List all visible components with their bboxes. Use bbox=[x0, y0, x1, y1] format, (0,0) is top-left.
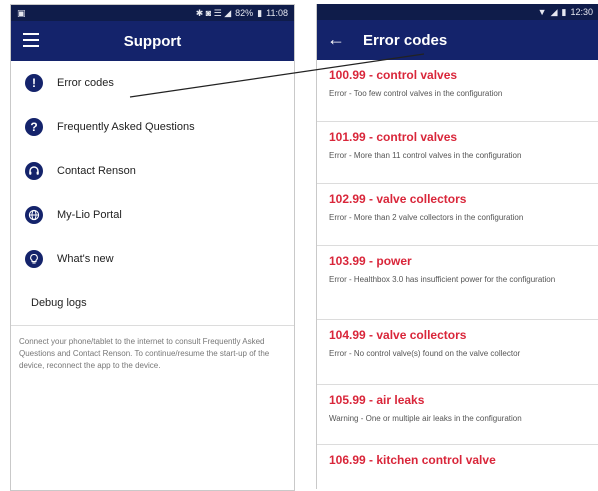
error-title: 105.99 - air leaks bbox=[329, 393, 425, 407]
offline-hint: Connect your phone/tablet to the interne… bbox=[19, 337, 270, 370]
battery-level: 82% bbox=[235, 8, 254, 18]
error-description: Error - No control valve(s) found on the… bbox=[329, 349, 521, 358]
error-item[interactable]: 101.99 - control valves Error - More tha… bbox=[317, 122, 598, 184]
error-title: 100.99 - control valves bbox=[329, 68, 458, 82]
error-item[interactable]: 103.99 - power Error - Healthbox 3.0 has… bbox=[317, 246, 598, 320]
status-time: 11:08 bbox=[266, 8, 288, 18]
menu-item-contact[interactable]: Contact Renson bbox=[11, 149, 294, 193]
error-description: Error - Healthbox 3.0 has insufficient p… bbox=[329, 275, 556, 284]
status-time: 12:30 bbox=[570, 7, 593, 17]
page-title: Error codes bbox=[363, 31, 448, 49]
notification-icon: ▣ bbox=[17, 7, 26, 18]
status-bar: ▼ ◢ ▮ 12:30 bbox=[317, 4, 598, 20]
page-title: Support bbox=[123, 32, 182, 50]
battery-icon: ▮ bbox=[561, 6, 567, 17]
question-icon: ? bbox=[25, 118, 43, 136]
menu-item-error-codes[interactable]: ! Error codes bbox=[11, 61, 294, 105]
support-menu: ! Error codes ? Frequently Asked Questio… bbox=[11, 61, 294, 281]
menu-item-portal[interactable]: My-Lio Portal bbox=[11, 193, 294, 237]
support-screen: ▣ ✱ ◙ ☰ ◢ 82% ▮ 11:08 Support ! Error co… bbox=[10, 4, 295, 491]
error-title: 106.99 - kitchen control valve bbox=[329, 453, 496, 467]
error-item[interactable]: 100.99 - control valves Error - Too few … bbox=[317, 60, 598, 122]
error-title: 101.99 - control valves bbox=[329, 130, 458, 144]
error-codes-screen: ▼ ◢ ▮ 12:30 ← Error codes 100.99 - contr… bbox=[316, 4, 598, 489]
error-description: Error - More than 2 valve collectors in … bbox=[329, 213, 524, 222]
menu-item-label: Contact Renson bbox=[57, 165, 136, 177]
battery-icon: ▮ bbox=[257, 7, 263, 18]
menu-item-label: Frequently Asked Questions bbox=[57, 121, 195, 133]
error-item[interactable]: 105.99 - air leaks Warning - One or mult… bbox=[317, 385, 598, 445]
globe-icon bbox=[25, 206, 43, 224]
menu-item-label: Error codes bbox=[57, 77, 114, 89]
error-description: Error - Too few control valves in the co… bbox=[329, 89, 503, 98]
signal-icon: ◢ bbox=[550, 6, 558, 17]
app-bar: ← Error codes bbox=[317, 20, 598, 60]
menu-item-faq[interactable]: ? Frequently Asked Questions bbox=[11, 105, 294, 149]
menu-item-label: What's new bbox=[57, 253, 114, 265]
error-description: Warning - One or multiple air leaks in t… bbox=[329, 414, 522, 423]
error-list: 100.99 - control valves Error - Too few … bbox=[317, 60, 598, 485]
status-right: ✱ ◙ ☰ ◢ 82% ▮ 11:08 bbox=[196, 8, 288, 19]
status-bar: ▣ ✱ ◙ ☰ ◢ 82% ▮ 11:08 bbox=[11, 5, 294, 21]
menu-item-whats-new[interactable]: What's new bbox=[11, 237, 294, 281]
error-item[interactable]: 106.99 - kitchen control valve bbox=[317, 445, 598, 485]
error-title: 103.99 - power bbox=[329, 254, 412, 268]
headset-icon bbox=[25, 162, 43, 180]
back-arrow-icon[interactable]: ← bbox=[327, 30, 345, 48]
error-item[interactable]: 104.99 - valve collectors Error - No con… bbox=[317, 320, 598, 385]
app-bar: Support bbox=[11, 21, 294, 61]
debug-logs-item[interactable]: Debug logs bbox=[11, 281, 294, 326]
error-item[interactable]: 102.99 - valve collectors Error - More t… bbox=[317, 184, 598, 246]
wifi-icon: ▼ bbox=[537, 7, 547, 17]
menu-item-label: My-Lio Portal bbox=[57, 209, 122, 221]
status-icons: ✱ ◙ ☰ ◢ bbox=[195, 7, 232, 18]
exclamation-icon: ! bbox=[25, 74, 43, 92]
error-description: Error - More than 11 control valves in t… bbox=[329, 151, 522, 160]
lightbulb-icon bbox=[25, 250, 43, 268]
error-title: 104.99 - valve collectors bbox=[329, 328, 467, 342]
error-title: 102.99 - valve collectors bbox=[329, 192, 467, 206]
